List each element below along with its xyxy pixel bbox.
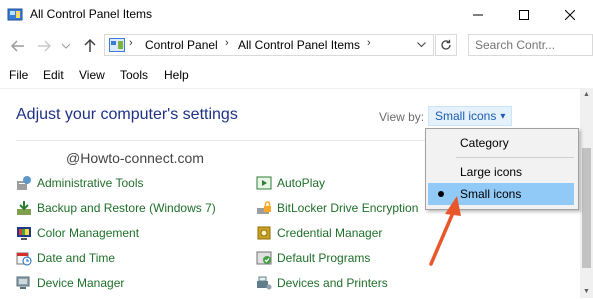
refresh-button[interactable] bbox=[435, 34, 457, 56]
scroll-up-icon[interactable]: ▲ bbox=[580, 88, 593, 101]
control-panel-icon bbox=[109, 38, 125, 52]
backup-icon bbox=[17, 201, 31, 215]
list-item-credential-manager[interactable]: Credential Manager bbox=[256, 223, 382, 243]
menu-help[interactable]: Help bbox=[164, 68, 189, 82]
menu-option-large-icons[interactable]: Large icons bbox=[428, 161, 574, 183]
maximize-icon bbox=[519, 10, 529, 20]
up-button[interactable] bbox=[80, 36, 100, 56]
admin-tools-icon bbox=[17, 176, 31, 190]
control-panel-icon bbox=[7, 8, 23, 21]
scroll-thumb[interactable] bbox=[582, 148, 591, 268]
scroll-down-icon[interactable]: ▼ bbox=[580, 285, 593, 298]
list-item-color-management[interactable]: Color Management bbox=[16, 223, 139, 243]
refresh-icon bbox=[441, 39, 451, 50]
minimize-icon bbox=[473, 14, 483, 16]
list-item-devices-printers[interactable]: Devices and Printers bbox=[256, 273, 388, 293]
list-item-date-time[interactable]: Date and Time bbox=[16, 248, 115, 268]
date-time-icon bbox=[16, 252, 32, 266]
address-bar[interactable]: › Control Panel › All Control Panel Item… bbox=[104, 34, 434, 56]
list-item-device-manager[interactable]: Device Manager bbox=[16, 273, 124, 293]
watermark: @Howto-connect.com bbox=[66, 150, 204, 166]
search-box[interactable] bbox=[468, 34, 593, 56]
title-bar: All Control Panel Items bbox=[0, 0, 593, 30]
chevron-down-icon bbox=[62, 43, 70, 49]
breadcrumb-separator: › bbox=[129, 37, 133, 49]
close-icon bbox=[565, 10, 575, 20]
arrow-left-icon bbox=[11, 40, 24, 52]
autoplay-icon bbox=[256, 176, 272, 190]
view-by-value: Small icons bbox=[435, 109, 497, 123]
forward-button[interactable] bbox=[34, 36, 54, 56]
breadcrumb-separator: › bbox=[225, 37, 229, 49]
recent-locations-button[interactable] bbox=[56, 36, 76, 56]
chevron-down-icon: ▾ bbox=[500, 110, 506, 122]
vertical-scrollbar[interactable]: ▲ ▼ bbox=[580, 88, 593, 298]
default-programs-icon bbox=[256, 251, 272, 265]
back-button[interactable] bbox=[8, 36, 28, 56]
annotation-arrow-icon bbox=[429, 196, 461, 266]
menu-option-category[interactable]: Category bbox=[428, 132, 574, 154]
menu-separator bbox=[456, 157, 574, 158]
page-heading: Adjust your computer's settings bbox=[16, 106, 238, 123]
menu-file[interactable]: File bbox=[9, 68, 28, 82]
color-management-icon bbox=[17, 227, 31, 240]
menu-tools[interactable]: Tools bbox=[120, 68, 148, 82]
arrow-right-icon bbox=[38, 40, 51, 52]
bitlocker-icon bbox=[257, 201, 271, 214]
list-item-administrative-tools[interactable]: Administrative Tools bbox=[16, 173, 144, 193]
window-title: All Control Panel Items bbox=[30, 7, 153, 21]
device-manager-icon bbox=[16, 276, 30, 289]
menu-edit[interactable]: Edit bbox=[43, 68, 64, 82]
breadcrumb-separator: › bbox=[367, 37, 371, 49]
search-input[interactable] bbox=[469, 35, 592, 55]
close-button[interactable] bbox=[547, 0, 593, 30]
view-by-dropdown[interactable]: Small icons ▾ bbox=[428, 106, 513, 126]
list-item-autoplay[interactable]: AutoPlay bbox=[256, 173, 325, 193]
list-item-default-programs[interactable]: Default Programs bbox=[256, 248, 370, 268]
chevron-down-icon[interactable] bbox=[417, 42, 426, 48]
arrow-up-icon bbox=[84, 39, 96, 52]
view-by-label: View by: bbox=[379, 110, 425, 124]
breadcrumb-control-panel[interactable]: Control Panel bbox=[145, 38, 218, 52]
maximize-button[interactable] bbox=[501, 0, 547, 30]
list-item-bitlocker[interactable]: BitLocker Drive Encryption bbox=[256, 198, 418, 218]
menu-view[interactable]: View bbox=[79, 68, 105, 82]
list-item-backup-restore[interactable]: Backup and Restore (Windows 7) bbox=[16, 198, 216, 218]
breadcrumb-all-items[interactable]: All Control Panel Items bbox=[238, 38, 360, 52]
menu-bar: File Edit View Tools Help bbox=[0, 64, 593, 86]
devices-printers-icon bbox=[257, 276, 272, 290]
credential-manager-icon bbox=[257, 226, 271, 240]
minimize-button[interactable] bbox=[455, 0, 501, 30]
